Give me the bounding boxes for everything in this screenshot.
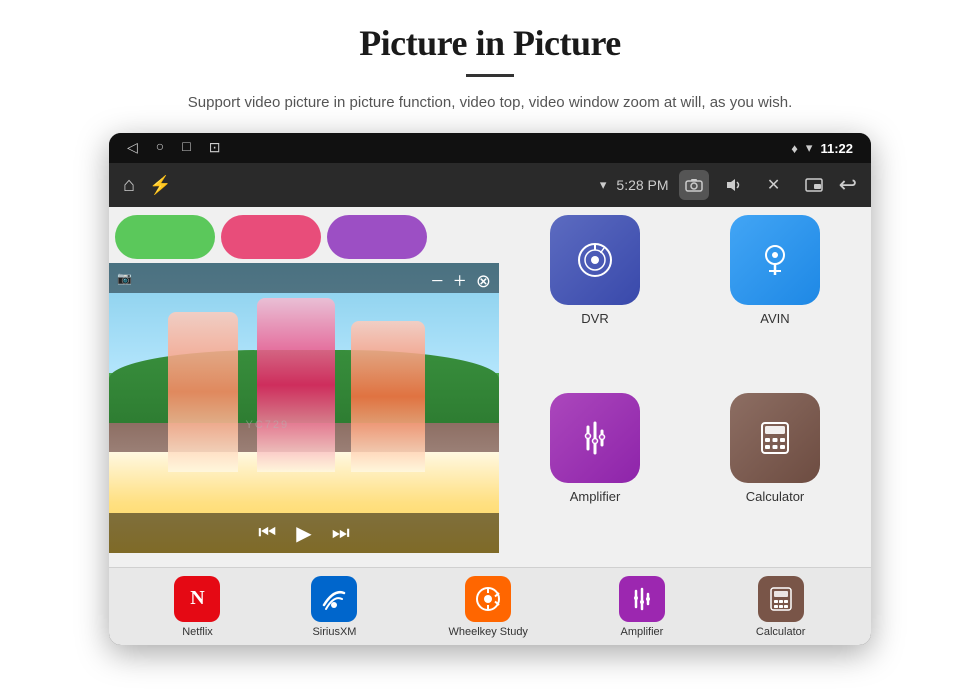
- wheelkey-pill[interactable]: [327, 215, 427, 259]
- wheelkey-bottom-item[interactable]: Wheelkey Study: [448, 576, 527, 638]
- wheelkey-bottom-label: Wheelkey Study: [448, 626, 527, 638]
- close-button[interactable]: ✕: [759, 170, 789, 200]
- netflix-bottom-label: Netflix: [182, 626, 213, 638]
- skip-back-button[interactable]: ⏮: [258, 522, 276, 545]
- avin-icon-box[interactable]: [730, 215, 820, 305]
- netflix-bottom-item[interactable]: N Netflix: [174, 576, 220, 638]
- status-bar-right: ♦ ▾ 11:22: [791, 140, 853, 156]
- device-frame: ◁ ○ □ ⊡ ♦ ▾ 11:22 ⌂ ⚡ ▾ 5:28 PM: [109, 133, 871, 645]
- screenshot-nav-icon[interactable]: ⊡: [209, 140, 221, 157]
- sirius-bottom-label: SiriusXM: [312, 626, 356, 638]
- calculator-bottom-icon-svg: [767, 585, 795, 613]
- avin-label: AVIN: [760, 311, 789, 326]
- calculator-label: Calculator: [746, 489, 805, 504]
- recents-nav-icon[interactable]: □: [182, 140, 190, 156]
- wifi-icon: ▾: [806, 140, 813, 156]
- volume-button[interactable]: [719, 170, 749, 200]
- dvr-icon-box[interactable]: [550, 215, 640, 305]
- video-pip-container: YC729 📷 − + ⊗ ⏮ ▶: [109, 207, 499, 567]
- avin-icon: [754, 239, 796, 281]
- main-content: YC729 📷 − + ⊗ ⏮ ▶: [109, 207, 871, 567]
- page-title: Picture in Picture: [359, 22, 621, 64]
- video-cam-icon: 📷: [117, 271, 132, 286]
- netflix-bottom-icon[interactable]: N: [174, 576, 220, 622]
- wheelkey-bottom-icon[interactable]: [465, 576, 511, 622]
- calculator-bottom-icon[interactable]: [758, 576, 804, 622]
- amplifier-bottom-icon[interactable]: [619, 576, 665, 622]
- usb-icon[interactable]: ⚡: [149, 175, 171, 196]
- top-bar-right: ▾ 5:28 PM ✕: [600, 170, 857, 200]
- location-icon: ♦: [791, 141, 798, 156]
- top-bar-left: ⌂ ⚡: [123, 174, 171, 197]
- wifi-status-icon: ▾: [600, 177, 607, 193]
- amplifier-bottom-item[interactable]: Amplifier: [619, 576, 665, 638]
- amplifier-app-item[interactable]: Amplifier: [511, 393, 679, 559]
- status-time: 11:22: [820, 141, 853, 156]
- netflix-pill[interactable]: [115, 215, 215, 259]
- subtitle: Support video picture in picture functio…: [188, 91, 792, 115]
- pip-minus-button[interactable]: −: [431, 268, 443, 294]
- amplifier-icon-box[interactable]: [550, 393, 640, 483]
- sirius-bottom-icon[interactable]: [311, 576, 357, 622]
- dvr-label: DVR: [581, 311, 608, 326]
- wheelkey-icon: [474, 585, 502, 613]
- app-grid-right: DVR AVIN: [499, 207, 871, 567]
- calculator-icon-box[interactable]: [730, 393, 820, 483]
- page-wrapper: Picture in Picture Support video picture…: [0, 0, 980, 698]
- app-row-top: [109, 207, 499, 259]
- sirius-icon: [320, 585, 348, 613]
- title-divider: [466, 74, 514, 77]
- play-pause-button[interactable]: ▶: [296, 521, 311, 546]
- top-action-bar: ⌂ ⚡ ▾ 5:28 PM: [109, 163, 871, 207]
- clock-display: 5:28 PM: [616, 177, 668, 193]
- volume-icon: [725, 178, 743, 192]
- amplifier-label: Amplifier: [570, 489, 621, 504]
- calculator-icon: [754, 417, 796, 459]
- home-nav-icon[interactable]: ○: [156, 140, 164, 156]
- home-icon[interactable]: ⌂: [123, 174, 135, 197]
- amplifier-icon: [574, 417, 616, 459]
- camera-button[interactable]: [679, 170, 709, 200]
- status-bar-left: ◁ ○ □ ⊡: [127, 140, 220, 157]
- pip-icon: [805, 178, 823, 192]
- calculator-bottom-label: Calculator: [756, 626, 806, 638]
- dvr-icon: [574, 239, 616, 281]
- dvr-app-item[interactable]: DVR: [511, 215, 679, 381]
- avin-app-item[interactable]: AVIN: [691, 215, 859, 381]
- camera-icon: [685, 178, 703, 192]
- bottom-app-row: N Netflix SiriusXM: [109, 567, 871, 645]
- amplifier-bottom-icon-svg: [628, 585, 656, 613]
- video-content: YC729: [109, 263, 499, 553]
- back-button[interactable]: ↩: [839, 172, 857, 198]
- video-window[interactable]: YC729 📷 − + ⊗ ⏮ ▶: [109, 263, 499, 553]
- calculator-app-item[interactable]: Calculator: [691, 393, 859, 559]
- pip-controls: − + ⊗: [423, 263, 499, 299]
- siriusxm-pill[interactable]: [221, 215, 321, 259]
- skip-forward-button[interactable]: ⏭: [332, 522, 350, 545]
- status-bar: ◁ ○ □ ⊡ ♦ ▾ 11:22: [109, 133, 871, 163]
- pip-close-button[interactable]: ⊗: [476, 271, 491, 292]
- calculator-bottom-item[interactable]: Calculator: [756, 576, 806, 638]
- back-nav-icon[interactable]: ◁: [127, 140, 138, 157]
- pip-button[interactable]: [799, 170, 829, 200]
- amplifier-bottom-label: Amplifier: [621, 626, 664, 638]
- pip-plus-button[interactable]: +: [453, 268, 465, 294]
- sirius-bottom-item[interactable]: SiriusXM: [311, 576, 357, 638]
- video-bottom-controls: ⏮ ▶ ⏭: [109, 513, 499, 553]
